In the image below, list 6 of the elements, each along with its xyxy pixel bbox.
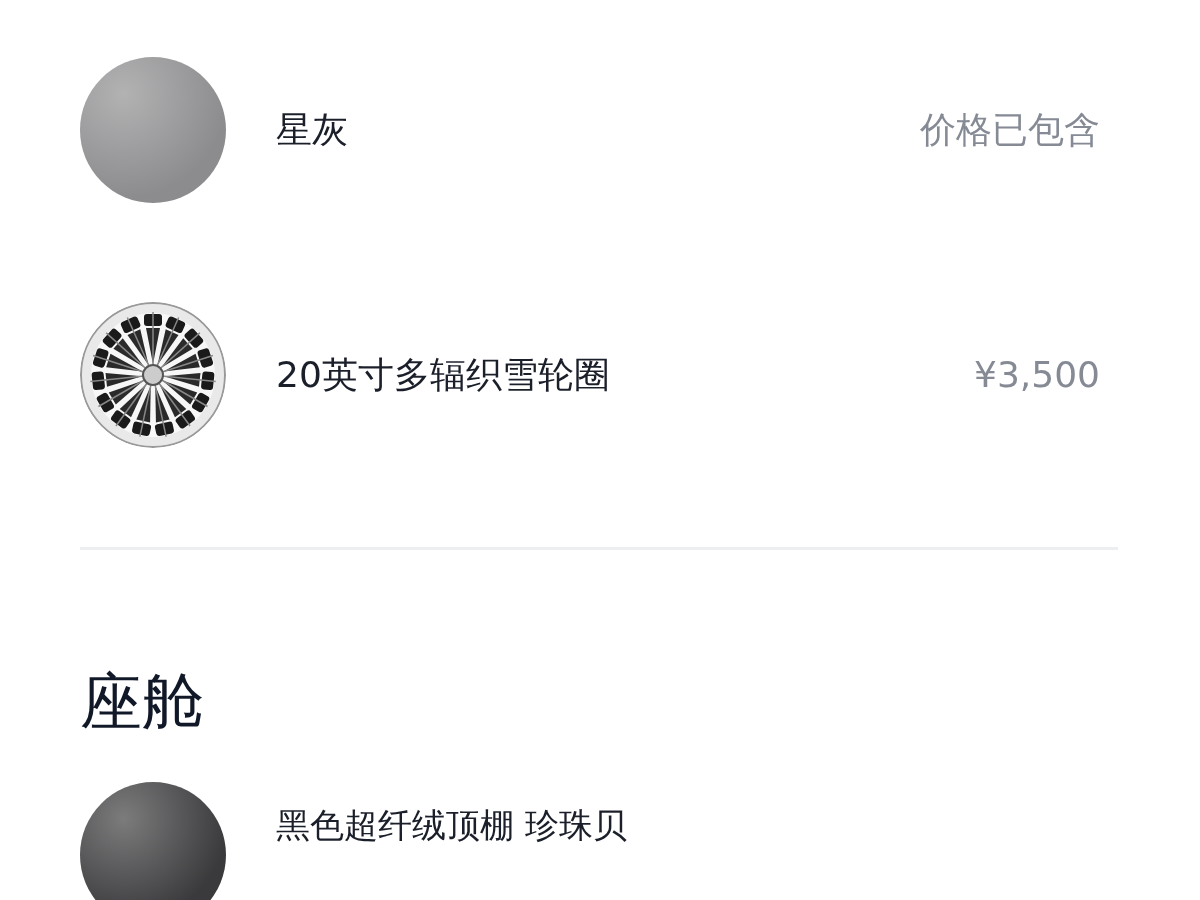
option-name: 星灰	[276, 108, 348, 152]
section-heading: 座舱	[80, 664, 205, 740]
option-price: 价格已包含	[920, 108, 1100, 152]
option-name: 20英寸多辐织雪轮圈	[276, 353, 610, 397]
option-price: ¥3,500	[974, 353, 1100, 397]
option-name: 黑色超纤绒顶棚 珍珠贝	[276, 804, 627, 847]
